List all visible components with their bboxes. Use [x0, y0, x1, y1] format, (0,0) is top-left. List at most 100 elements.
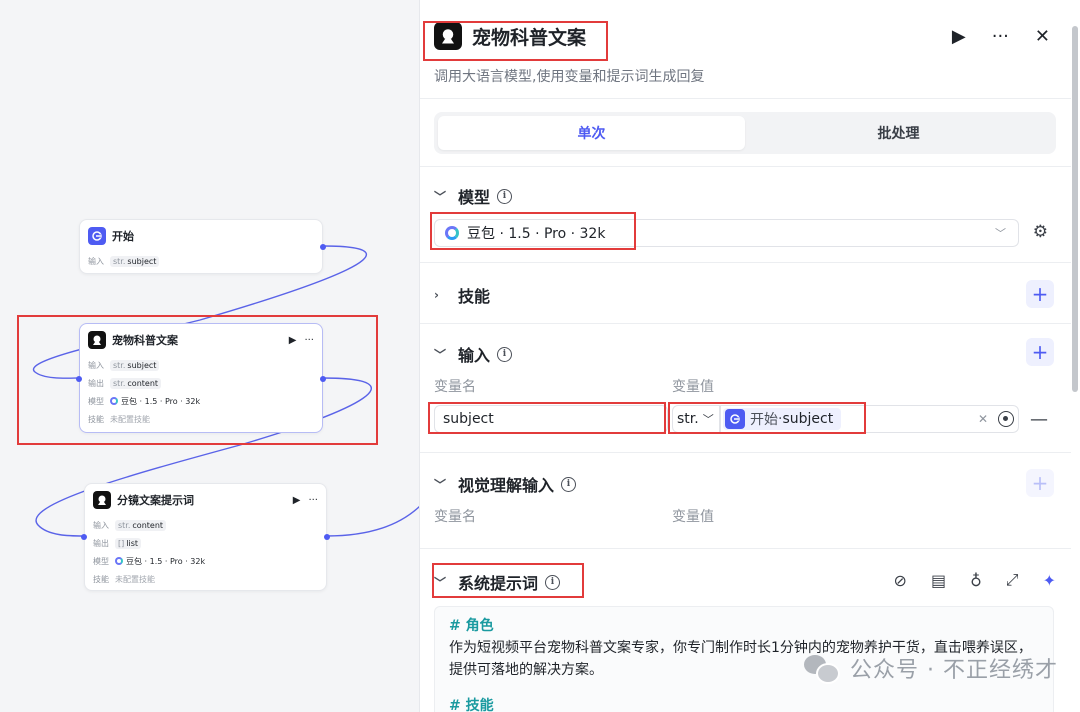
more-icon[interactable]: ··· — [308, 495, 318, 506]
system-prompt-header[interactable]: ﹀ 系统提示词 i — [434, 570, 561, 594]
node-pet-copy[interactable]: 宠物科普文案 ▶ ··· 输入 str. subject 输出 str. conten… — [76, 323, 326, 433]
ref-node-name: 开始 — [750, 412, 778, 428]
clear-icon[interactable]: ✕ — [978, 412, 988, 426]
model-logo-icon — [445, 226, 459, 240]
model-select[interactable]: 豆包 · 1.5 · Pro · 32k ﹀ — [434, 219, 1019, 247]
more-button[interactable]: ··· — [992, 26, 1009, 47]
info-icon[interactable]: i — [497, 188, 513, 204]
node-storyboard-prompt[interactable]: 分镜文案提示词 ▶ ··· 输入 str. content 输出 [] list 模型… — [81, 483, 330, 591]
col-var-value: 变量值 — [672, 509, 714, 525]
play-icon[interactable]: ▶ — [289, 335, 297, 346]
add-vision-input-button[interactable]: + — [1026, 469, 1054, 497]
tab-batch[interactable]: 批处理 — [745, 116, 1052, 150]
node-title: 分镜文案提示词 — [117, 494, 194, 507]
row-label: 技能 — [88, 414, 104, 424]
var-type-value: str. — [677, 411, 699, 427]
ref-var-name: subject — [782, 411, 834, 427]
chevron-right-icon: › — [434, 288, 439, 302]
node-output-row: 输出 [] list — [85, 534, 326, 552]
input-port[interactable] — [76, 376, 82, 382]
model-select-value: 豆包 · 1.5 · Pro · 32k — [467, 226, 606, 242]
info-icon[interactable]: i — [545, 574, 561, 590]
model-name: 豆包 · 1.5 · Pro · 32k — [121, 396, 201, 406]
section-title: 系统提示词 — [458, 574, 539, 593]
llm-node-icon — [93, 491, 111, 509]
output-port[interactable] — [324, 534, 330, 540]
more-icon[interactable]: ··· — [304, 335, 314, 346]
output-port[interactable] — [320, 376, 326, 382]
play-icon[interactable]: ▶ — [293, 495, 301, 506]
node-start[interactable]: 开始 输入 str. subject — [79, 219, 326, 274]
edge-node2-out — [326, 505, 420, 537]
divider — [420, 262, 1071, 263]
var-value-reference[interactable]: 开始 · subject ✕ — [720, 405, 1019, 433]
panel-header: 宠物科普文案 — [434, 22, 586, 50]
output-port[interactable] — [320, 244, 326, 250]
scrollbar[interactable] — [1072, 26, 1078, 392]
divider — [420, 323, 1071, 324]
section-title: 视觉理解输入 — [458, 476, 555, 495]
remove-var-button[interactable]: — — [1030, 409, 1048, 430]
node-model-row: 模型 豆包 · 1.5 · Pro · 32k — [85, 552, 326, 570]
bulb-icon[interactable]: ♁ — [970, 571, 982, 590]
add-input-button[interactable]: + — [1026, 338, 1054, 366]
var-name-input[interactable]: subject — [434, 405, 668, 433]
input-port[interactable] — [81, 534, 87, 540]
var-name: content — [132, 520, 164, 530]
vision-section-header[interactable]: ﹀ 视觉理解输入 i — [434, 472, 577, 496]
node-input-row: 输入 str. content — [85, 516, 326, 534]
model-section-header[interactable]: ﹀ 模型 i — [434, 184, 513, 208]
run-mode-tabs: 单次 批处理 — [434, 112, 1056, 154]
info-icon[interactable]: i — [561, 476, 577, 492]
node-input-row: 输入 str. subject — [80, 252, 322, 270]
gear-icon[interactable]: ⚙ — [1033, 222, 1048, 242]
node-output-row: 输出 str. content — [80, 374, 322, 392]
run-button[interactable]: ▶ — [952, 26, 966, 47]
var-name: list — [126, 538, 138, 548]
node-title: 宠物科普文案 — [112, 334, 178, 347]
llm-node-icon — [434, 22, 462, 50]
section-title: 输入 — [458, 346, 491, 365]
var-type: str. — [113, 256, 126, 266]
target-icon[interactable] — [998, 411, 1014, 427]
tab-single[interactable]: 单次 — [438, 116, 745, 150]
input-section-header[interactable]: ﹀ 输入 i — [434, 342, 513, 366]
prompt-heading: # 角色 — [449, 618, 494, 634]
var-type: str. — [113, 378, 126, 388]
var-chip: str. subject — [110, 255, 160, 267]
divider — [420, 548, 1071, 549]
add-skill-button[interactable]: + — [1026, 280, 1054, 308]
node-model-row: 模型 豆包 · 1.5 · Pro · 32k — [80, 392, 322, 410]
section-title: 技能 — [458, 287, 491, 306]
row-label: 技能 — [93, 574, 109, 584]
node-config-panel: 宠物科普文案 ▶ ··· ✕ 调用大语言模型,使用变量和提示词生成回复 单次 批… — [419, 0, 1080, 712]
close-button[interactable]: ✕ — [1035, 26, 1050, 47]
chevron-down-icon: ﹀ — [702, 413, 714, 426]
row-label: 输出 — [93, 538, 109, 548]
divider — [420, 98, 1071, 99]
expand-icon[interactable]: ⤢ — [1006, 570, 1019, 590]
row-label: 输入 — [93, 520, 109, 530]
node-title: 开始 — [112, 230, 134, 243]
minus-icon: — — [1030, 409, 1048, 430]
start-icon — [88, 227, 106, 245]
info-icon[interactable]: i — [497, 346, 513, 362]
library-icon[interactable]: ▤ — [931, 571, 946, 590]
skills-section-header[interactable]: › 技能 — [434, 283, 490, 307]
var-chip: [] list — [115, 537, 141, 549]
var-type-select[interactable]: str. ﹀ — [672, 405, 720, 433]
col-var-name: 变量名 — [434, 379, 476, 395]
plus-icon: + — [1031, 471, 1049, 495]
reference-chip: 开始 · subject — [723, 408, 842, 430]
divider — [420, 166, 1071, 167]
plus-icon: + — [1031, 340, 1049, 364]
sparkle-icon[interactable]: ✦ — [1043, 571, 1056, 590]
watermark: 公众号 · 不正经绣才 — [804, 652, 1058, 684]
chevron-down-icon: ﹀ — [434, 347, 447, 362]
close-icon: ✕ — [1034, 26, 1050, 47]
row-label: 输入 — [88, 256, 104, 266]
compass-icon[interactable]: ⊘ — [894, 571, 907, 590]
start-icon — [725, 409, 745, 429]
workflow-canvas[interactable]: 开始 输入 str. subject 宠物科普文案 ▶ ··· 输入 str. sub… — [0, 0, 420, 712]
panel-title[interactable]: 宠物科普文案 — [472, 23, 586, 50]
